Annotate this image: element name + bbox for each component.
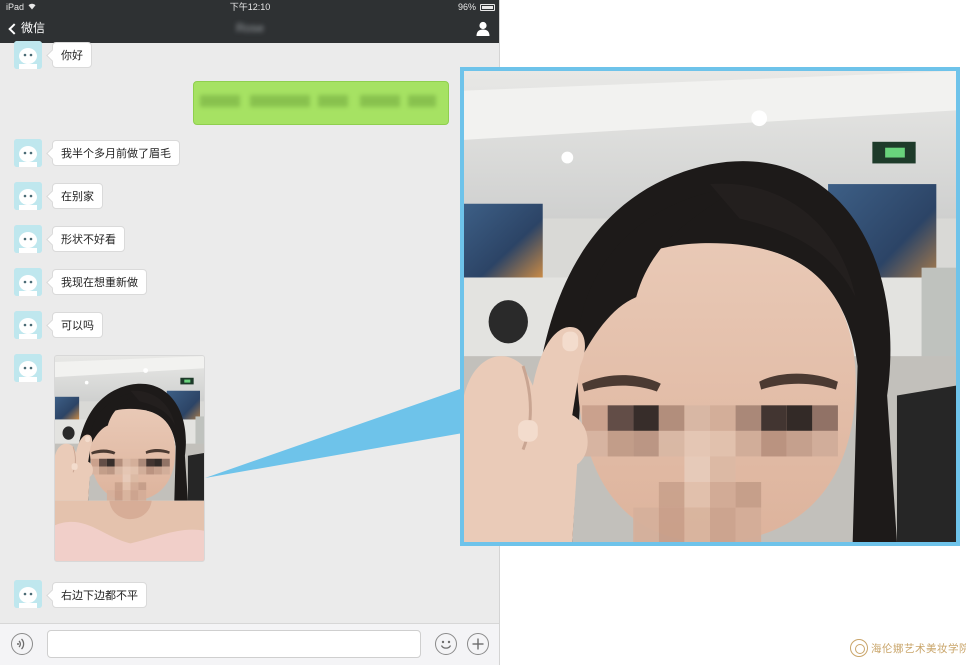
- contact-avatar[interactable]: [14, 268, 42, 296]
- avatar-robot-icon: [14, 354, 42, 382]
- avatar-robot-icon: [14, 182, 42, 210]
- ipad-screen: iPad 下午12:10 96% 微信 Rose 你好 我半个多月前做了眉毛 在…: [0, 0, 500, 665]
- emoji-button[interactable]: [435, 633, 457, 655]
- battery-icon: [480, 4, 495, 11]
- avatar-robot-icon: [14, 580, 42, 608]
- blurred-text: [200, 92, 436, 110]
- plus-icon: [472, 638, 484, 650]
- input-bar: [0, 623, 499, 665]
- contact-avatar[interactable]: [14, 41, 42, 69]
- status-time: 下午12:10: [229, 2, 271, 12]
- image-message[interactable]: [54, 355, 205, 562]
- status-bar: iPad 下午12:10 96%: [0, 0, 499, 14]
- chat-area[interactable]: 你好 我半个多月前做了眉毛 在别家 形状不好看 我现在想重新做 可以吗 右边下边…: [0, 41, 499, 623]
- contact-avatar[interactable]: [14, 139, 42, 167]
- message-bubble: 可以吗: [52, 312, 103, 338]
- zoomed-selfie: [460, 67, 960, 546]
- watermark: 海伦娜艺术美妆学院: [850, 638, 966, 658]
- message-bubble: 形状不好看: [52, 226, 125, 252]
- avatar-robot-icon: [14, 41, 42, 69]
- selfie-zoom-image: [464, 71, 956, 542]
- message-bubble: 我半个多月前做了眉毛: [52, 140, 180, 166]
- avatar-robot-icon: [14, 311, 42, 339]
- contact-avatar[interactable]: [14, 182, 42, 210]
- message-bubble: 在别家: [52, 183, 103, 209]
- seal-logo-icon: [850, 639, 868, 657]
- message-bubble: 你好: [52, 42, 92, 68]
- emoji-icon: [440, 640, 452, 649]
- watermark-text: 海伦娜艺术美妆学院: [871, 642, 966, 655]
- avatar-robot-icon: [14, 139, 42, 167]
- contact-avatar[interactable]: [14, 354, 42, 382]
- contact-avatar[interactable]: [14, 580, 42, 608]
- plus-button[interactable]: [467, 633, 489, 655]
- voice-icon: [17, 638, 25, 650]
- person-icon[interactable]: [476, 21, 490, 36]
- contact-avatar[interactable]: [14, 311, 42, 339]
- avatar-robot-icon: [14, 268, 42, 296]
- sent-message-bubble: [193, 81, 449, 125]
- voice-button[interactable]: [11, 633, 33, 655]
- chat-title: Rose: [235, 21, 264, 35]
- contact-avatar[interactable]: [14, 225, 42, 253]
- message-bubble: 右边下边都不平: [52, 582, 147, 608]
- selfie-thumbnail: [55, 356, 204, 561]
- message-bubble: 我现在想重新做: [52, 269, 147, 295]
- avatar-robot-icon: [14, 225, 42, 253]
- nav-bar: 微信 Rose: [0, 14, 499, 43]
- battery-percent: 96%: [457, 2, 476, 12]
- message-input[interactable]: [47, 630, 421, 658]
